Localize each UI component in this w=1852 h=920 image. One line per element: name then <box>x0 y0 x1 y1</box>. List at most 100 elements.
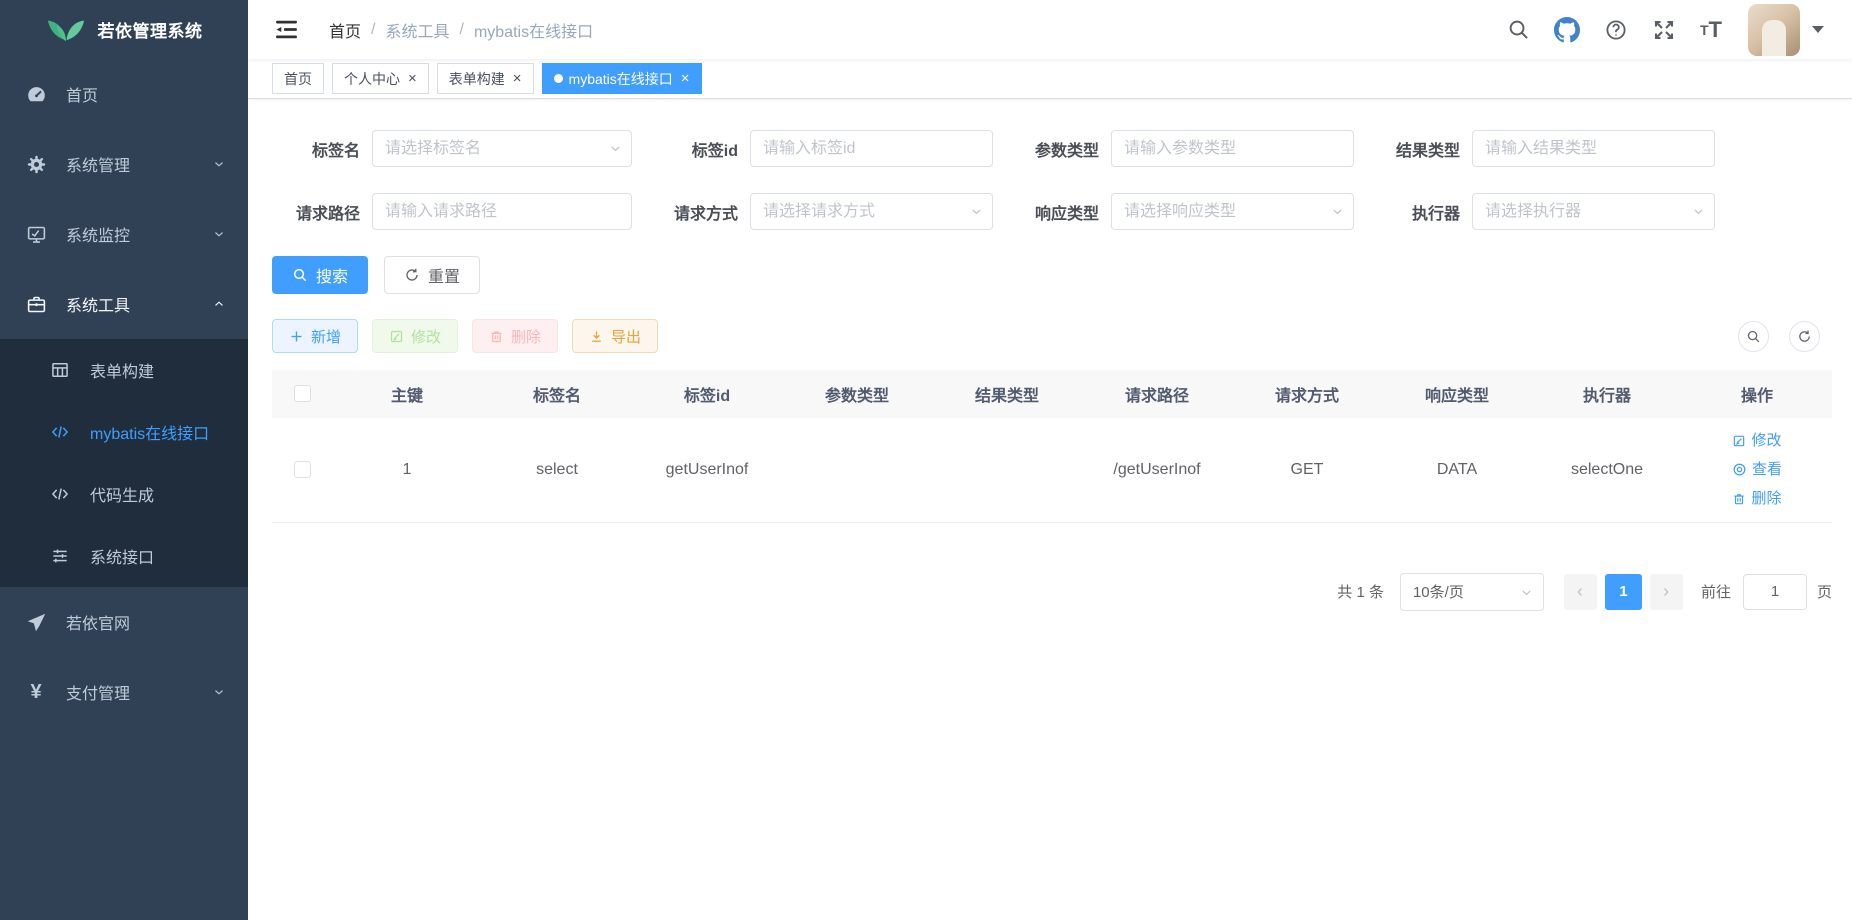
sidebar-item-system-management[interactable]: 系统管理 <box>0 129 248 199</box>
filter-executor: 执行器 <box>1372 193 1715 230</box>
page-size-select[interactable]: 10条/页 <box>1400 573 1544 611</box>
delete-button[interactable]: 删除 <box>472 319 558 353</box>
sidebar-item-system-api[interactable]: 系统接口 <box>0 525 248 587</box>
refresh-table-button[interactable] <box>1789 321 1820 352</box>
cell-primary-key: 1 <box>332 418 482 522</box>
prev-page-button[interactable] <box>1564 574 1597 610</box>
tab-label: 首页 <box>284 69 312 89</box>
dashboard-icon <box>24 84 48 105</box>
sidebar-item-system-tools[interactable]: 系统工具 <box>0 269 248 339</box>
tab-mybatis-online-api[interactable]: mybatis在线接口 × <box>542 63 702 94</box>
cell-tag-name: select <box>482 418 632 522</box>
column-header: 响应类型 <box>1382 370 1532 418</box>
result-type-input[interactable] <box>1472 130 1715 167</box>
filter-row-1: 标签名 标签id 参数类型 <box>272 130 1832 167</box>
add-button[interactable]: 新增 <box>272 319 358 353</box>
breadcrumb-home[interactable]: 首页 <box>329 18 361 42</box>
navbar-actions: TT <box>1483 4 1824 56</box>
caret-down-icon[interactable] <box>1812 26 1824 33</box>
sliders-icon <box>48 546 72 566</box>
next-page-button[interactable] <box>1650 574 1683 610</box>
close-icon[interactable]: × <box>513 71 522 86</box>
user-avatar[interactable] <box>1748 4 1800 56</box>
sidebar-item-official-site[interactable]: 若依官网 <box>0 587 248 657</box>
sidebar-item-system-monitor[interactable]: 系统监控 <box>0 199 248 269</box>
pagination-total: 共 1 条 <box>1337 581 1384 602</box>
sidebar-item-payment-management[interactable]: ¥ 支付管理 <box>0 657 248 727</box>
export-button[interactable]: 导出 <box>572 319 658 353</box>
sidebar-fold-icon[interactable] <box>274 17 299 42</box>
tab-home[interactable]: 首页 <box>272 63 324 94</box>
pagination-goto-label: 前往 <box>1701 581 1731 602</box>
add-button-label: 新增 <box>311 326 341 347</box>
chevron-down-icon <box>212 685 226 699</box>
breadcrumb-separator: / <box>371 21 375 39</box>
fullscreen-icon[interactable] <box>1652 18 1676 42</box>
row-edit-link[interactable]: 修改 <box>1732 428 1781 453</box>
breadcrumb: 首页 / 系统工具 / mybatis在线接口 <box>329 18 1483 42</box>
sidebar-item-label: 表单构建 <box>90 358 226 382</box>
paper-plane-icon <box>24 612 48 633</box>
tab-profile[interactable]: 个人中心 × <box>332 63 429 94</box>
cell-request-path: /getUserInof <box>1082 418 1232 522</box>
sidebar-item-label: 系统工具 <box>66 292 212 316</box>
sidebar-item-home[interactable]: 首页 <box>0 59 248 129</box>
font-size-icon[interactable]: TT <box>1700 19 1722 41</box>
delete-button-label: 删除 <box>511 326 541 347</box>
executor-select[interactable] <box>1472 193 1715 230</box>
breadcrumb-current: mybatis在线接口 <box>474 18 593 42</box>
filter-tag-id: 标签id <box>650 130 993 167</box>
help-icon[interactable] <box>1604 18 1628 42</box>
column-header: 请求方式 <box>1232 370 1382 418</box>
top-navbar: 首页 / 系统工具 / mybatis在线接口 <box>248 0 1852 59</box>
plus-icon <box>289 329 304 344</box>
cell-executor: selectOne <box>1532 418 1682 522</box>
field-label: 参数类型 <box>1011 137 1111 161</box>
field-label: 响应类型 <box>1011 200 1111 224</box>
row-view-link[interactable]: 查看 <box>1732 457 1782 482</box>
sidebar: 若依管理系统 首页 系统管理 <box>0 0 248 920</box>
request-path-input[interactable] <box>372 193 632 230</box>
app-logo[interactable]: 若依管理系统 <box>0 0 248 59</box>
close-icon[interactable]: × <box>681 71 690 86</box>
search-button[interactable]: 搜索 <box>272 256 368 294</box>
toggle-search-button[interactable] <box>1738 321 1769 352</box>
column-header: 请求路径 <box>1082 370 1232 418</box>
reset-button[interactable]: 重置 <box>384 256 480 294</box>
param-type-input[interactable] <box>1111 130 1354 167</box>
sidebar-item-form-builder[interactable]: 表单构建 <box>0 339 248 401</box>
field-label: 结果类型 <box>1372 137 1472 161</box>
app-title: 若依管理系统 <box>98 17 203 42</box>
tag-id-input[interactable] <box>750 130 993 167</box>
yen-icon: ¥ <box>24 681 48 704</box>
system-tools-submenu: 表单构建 mybatis在线接口 代码生成 <box>0 339 248 587</box>
search-button-label: 搜索 <box>316 263 348 287</box>
goto-page-input[interactable] <box>1743 574 1807 610</box>
column-header: 操作 <box>1682 370 1832 418</box>
tab-form-builder[interactable]: 表单构建 × <box>437 63 534 94</box>
field-label: 请求路径 <box>272 200 372 224</box>
leaf-logo-icon <box>46 11 86 49</box>
main-area: 首页 / 系统工具 / mybatis在线接口 <box>248 0 1852 611</box>
close-icon[interactable]: × <box>408 71 417 86</box>
data-table: 主键 标签名 标签id 参数类型 结果类型 请求路径 请求方式 响应类型 执行器… <box>272 370 1832 523</box>
response-type-select[interactable] <box>1111 193 1354 230</box>
sidebar-item-code-generation[interactable]: 代码生成 <box>0 463 248 525</box>
sidebar-item-label: 系统管理 <box>66 152 212 176</box>
filter-row-2: 请求路径 请求方式 响应类型 <box>272 193 1832 230</box>
request-method-select[interactable] <box>750 193 993 230</box>
cell-result-type <box>932 418 1082 522</box>
row-checkbox[interactable] <box>294 461 311 478</box>
trash-icon <box>489 329 504 344</box>
row-delete-link[interactable]: 删除 <box>1732 486 1781 511</box>
select-all-checkbox[interactable] <box>294 385 311 402</box>
filter-result-type: 结果类型 <box>1372 130 1715 167</box>
table-row[interactable]: 1 select getUserInof /getUserInof GET DA… <box>272 418 1832 522</box>
github-icon[interactable] <box>1554 17 1580 43</box>
edit-button[interactable]: 修改 <box>372 319 458 353</box>
sidebar-item-mybatis-online-api[interactable]: mybatis在线接口 <box>0 401 248 463</box>
tag-name-select[interactable] <box>372 130 632 167</box>
tab-label: 表单构建 <box>449 69 505 89</box>
search-icon[interactable] <box>1507 18 1530 41</box>
current-page-button[interactable]: 1 <box>1605 574 1642 610</box>
